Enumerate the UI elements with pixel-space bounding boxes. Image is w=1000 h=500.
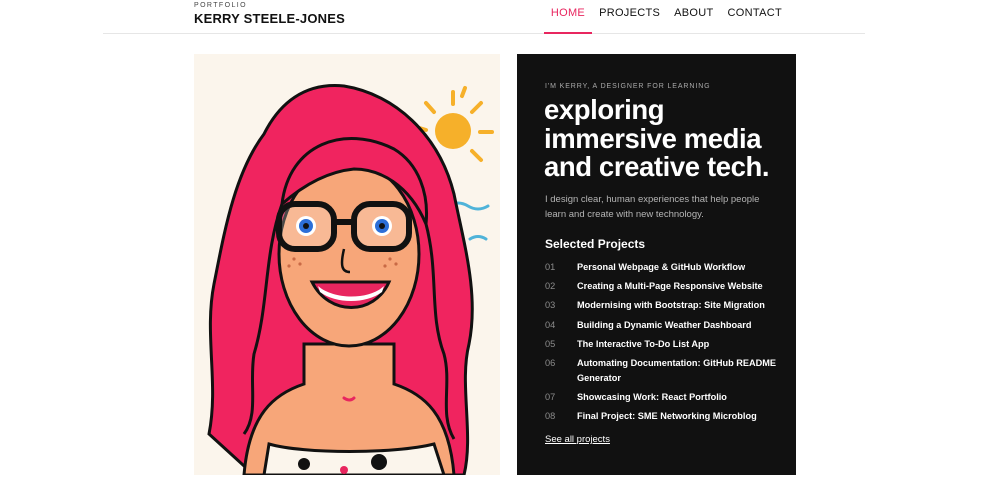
project-number: 07 (545, 392, 556, 403)
avatar-illustration (207, 84, 494, 475)
project-title[interactable]: The Interactive To-Do List App (577, 337, 777, 352)
brand[interactable]: PORTFOLIO KERRY STEELE-JONES (194, 2, 345, 27)
project-title[interactable]: Personal Webpage & GitHub Workflow (577, 260, 777, 275)
brand-name: KERRY STEELE-JONES (194, 11, 345, 26)
nav-about[interactable]: ABOUT (667, 0, 720, 33)
project-item[interactable]: 04 Building a Dynamic Weather Dashboard (545, 318, 785, 333)
project-title[interactable]: Creating a Multi-Page Responsive Website (577, 279, 777, 294)
project-item[interactable]: 03 Modernising with Bootstrap: Site Migra… (545, 298, 785, 313)
site-header: PORTFOLIO KERRY STEELE-JONES HOME PROJEC… (103, 0, 865, 34)
portrait-illustration (194, 54, 500, 475)
project-number: 03 (545, 300, 556, 311)
nav-contact[interactable]: CONTACT (721, 0, 789, 33)
project-item[interactable]: 02 Creating a Multi-Page Responsive Websi… (545, 279, 785, 294)
project-number: 08 (545, 411, 556, 422)
project-number: 06 (545, 357, 556, 368)
hero-kicker: I'M KERRY, A DESIGNER FOR LEARNING (545, 83, 711, 90)
nav-projects[interactable]: PROJECTS (592, 0, 667, 33)
hero-panel: I'M KERRY, A DESIGNER FOR LEARNING explo… (517, 54, 796, 475)
hero-intro: I design clear, human experiences that h… (545, 194, 760, 220)
project-title[interactable]: Final Project: SME Networking Microblog (577, 409, 777, 424)
project-number: 05 (545, 338, 556, 349)
project-list: 01 Personal Webpage & GitHub Workflow 02 C… (545, 260, 785, 429)
nav-home[interactable]: HOME (543, 0, 593, 34)
project-item[interactable]: 08 Final Project: SME Networking Microblo… (545, 409, 785, 424)
project-number: 02 (545, 281, 556, 292)
project-title[interactable]: Automating Documentation: GitHub README … (577, 356, 777, 386)
see-all-projects-link[interactable]: See all projects (545, 434, 610, 445)
project-item[interactable]: 05 The Interactive To-Do List App (545, 337, 785, 352)
project-item[interactable]: 01 Personal Webpage & GitHub Workflow (545, 260, 785, 275)
brand-kicker: PORTFOLIO (194, 2, 247, 9)
project-number: 01 (545, 262, 556, 272)
project-title[interactable]: Showcasing Work: React Portfolio (577, 390, 777, 405)
selected-projects-heading: Selected Projects (545, 237, 646, 251)
project-title[interactable]: Building a Dynamic Weather Dashboard (577, 318, 777, 333)
main-nav: HOME PROJECTS ABOUT CONTACT (543, 0, 789, 34)
project-item[interactable]: 06 Automating Documentation: GitHub READM… (545, 356, 785, 386)
project-title[interactable]: Modernising with Bootstrap: Site Migrati… (577, 298, 777, 313)
project-item[interactable]: 07 Showcasing Work: React Portfolio (545, 390, 785, 405)
project-number: 04 (545, 319, 556, 330)
hero-headline: exploring immersive media and creative t… (544, 94, 770, 182)
